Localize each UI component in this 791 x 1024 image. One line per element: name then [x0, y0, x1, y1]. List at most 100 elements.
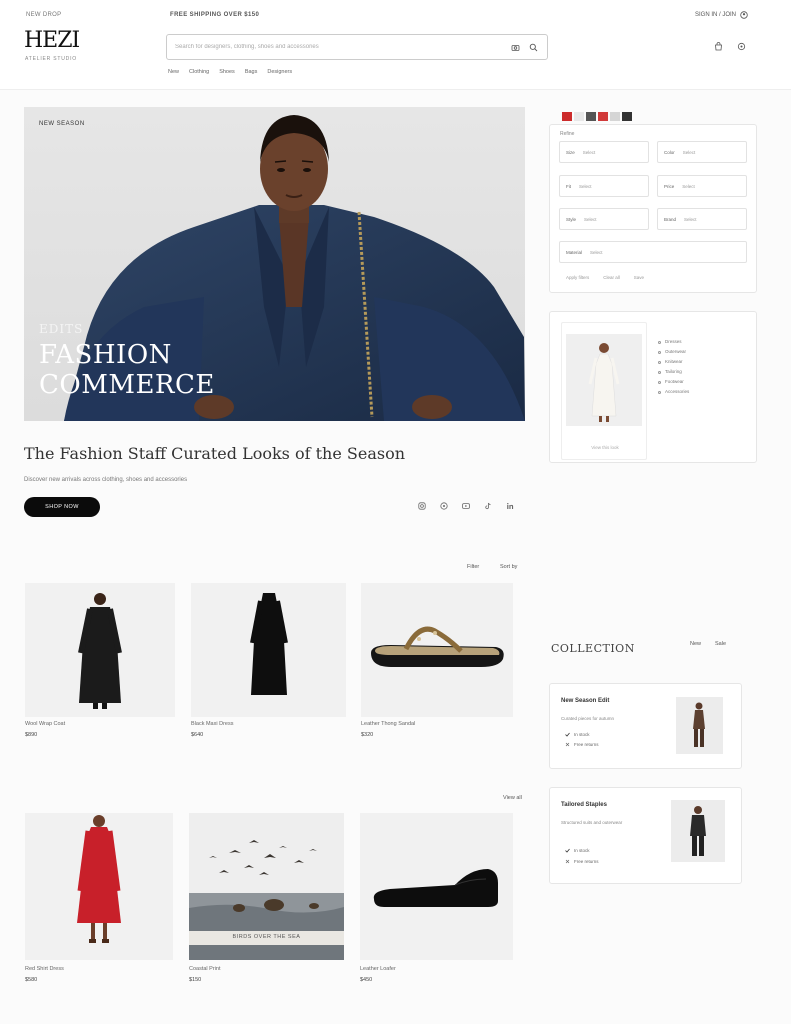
product-image-loafer[interactable]: [360, 813, 513, 960]
filter-value: Select: [582, 149, 596, 155]
product-price: $890: [25, 732, 38, 738]
category-options: Dresses Outerwear Knitwear Tailoring Foo…: [658, 337, 689, 397]
nav-item-shoes[interactable]: Shoes: [219, 69, 235, 75]
category-option-label: Tailoring: [665, 369, 682, 374]
swatch[interactable]: [586, 112, 596, 121]
search-bar[interactable]: [166, 34, 548, 60]
filter-key: Size: [566, 149, 575, 155]
collection-card-image: [676, 697, 723, 754]
clear-filters-link[interactable]: Clear all: [603, 275, 620, 280]
product-name[interactable]: Red Shirt Dress: [25, 966, 64, 972]
swatch[interactable]: [562, 112, 572, 121]
category-option-label: Outerwear: [665, 349, 687, 354]
site-header: NEW DROP FREE SHIPPING OVER $150 SIGN IN…: [0, 0, 791, 90]
collection-card[interactable]: Tailored Staples Structured suits and ou…: [549, 787, 742, 884]
product-image-seascape[interactable]: BIRDS OVER THE SEA: [189, 813, 344, 960]
filter-value: Select: [579, 183, 592, 189]
collection-card-stock-label: In stock: [574, 732, 590, 737]
brand-logo[interactable]: HEZI: [24, 30, 80, 52]
product-name[interactable]: Leather Thong Sandal: [361, 721, 415, 727]
product-name[interactable]: Coastal Print: [189, 966, 221, 972]
page-headline: The Fashion Staff Curated Looks of the S…: [24, 444, 406, 463]
sign-in-link[interactable]: SIGN IN / JOIN: [695, 11, 748, 19]
youtube-icon[interactable]: [462, 502, 470, 510]
sort-link[interactable]: Sort by: [500, 564, 517, 570]
collection-card-returns-label: Free returns: [574, 859, 599, 864]
return-icon: [565, 742, 570, 747]
wishlist-icon[interactable]: [737, 42, 746, 51]
seascape-caption: BIRDS OVER THE SEA: [232, 934, 301, 940]
collection-card-stock-label: In stock: [574, 848, 590, 853]
camera-icon[interactable]: [509, 41, 521, 53]
search-input[interactable]: [175, 44, 503, 50]
category-option[interactable]: Tailoring: [658, 367, 689, 377]
pinterest-icon[interactable]: [440, 502, 448, 510]
filter-size[interactable]: Size Select: [559, 141, 649, 163]
save-filters-link[interactable]: Save: [634, 275, 644, 280]
filter-value: Select: [682, 183, 695, 189]
collection-card-subtitle: Curated pieces for autumn: [561, 716, 615, 721]
tiktok-icon[interactable]: [484, 502, 492, 510]
nav-item-clothing[interactable]: Clothing: [189, 69, 209, 75]
new-drop-link[interactable]: NEW DROP: [26, 12, 61, 18]
category-option[interactable]: Dresses: [658, 337, 689, 347]
filter-key: Brand: [664, 216, 677, 222]
apply-filters-link[interactable]: Apply filters: [566, 275, 589, 280]
collection-link-new[interactable]: New: [690, 641, 701, 647]
filter-fit[interactable]: Fit Select: [559, 175, 649, 197]
collection-links: New Sale: [690, 641, 726, 647]
category-option[interactable]: Knitwear: [658, 357, 689, 367]
swatch[interactable]: [598, 112, 608, 121]
featured-look-image: [566, 334, 642, 426]
hero-banner[interactable]: NEW SEASON EDITS FASHION COMMERCE: [24, 107, 525, 421]
filter-actions: Apply filters Clear all Save: [566, 275, 644, 280]
category-option[interactable]: Outerwear: [658, 347, 689, 357]
swatch[interactable]: [574, 112, 584, 121]
user-icon: [740, 11, 748, 19]
filter-key: Price: [664, 183, 675, 189]
radio-icon: [658, 340, 661, 344]
nav-item-designers[interactable]: Designers: [267, 69, 292, 75]
filter-value: Select: [684, 216, 697, 222]
shop-now-button[interactable]: SHOP NOW: [24, 497, 100, 517]
collection-link-sale[interactable]: Sale: [715, 641, 726, 647]
product-name[interactable]: Wool Wrap Coat: [25, 721, 65, 727]
radio-icon: [658, 370, 661, 374]
color-swatches: [562, 112, 632, 121]
social-links: [418, 502, 514, 510]
view-all-link[interactable]: View all: [503, 795, 522, 801]
product-name[interactable]: Black Maxi Dress: [191, 721, 233, 727]
nav-item-bags[interactable]: Bags: [245, 69, 258, 75]
filter-brand[interactable]: Brand Select: [657, 208, 747, 230]
bag-icon[interactable]: [714, 42, 723, 51]
linkedin-icon[interactable]: [506, 502, 514, 510]
instagram-icon[interactable]: [418, 502, 426, 510]
check-icon: [565, 848, 570, 853]
nav-item-new[interactable]: New: [168, 69, 179, 75]
category-option-label: Footwear: [665, 379, 684, 384]
filter-value: Select: [590, 249, 603, 255]
product-image-sandal[interactable]: [361, 583, 513, 717]
hero-overline: EDITS: [39, 322, 84, 336]
search-icon[interactable]: [527, 41, 539, 53]
category-option-label: Dresses: [665, 339, 682, 344]
swatch[interactable]: [622, 112, 632, 121]
featured-look-panel: View this look Dresses Outerwear Knitwea…: [549, 311, 757, 463]
filter-color[interactable]: Color Select: [657, 141, 747, 163]
check-icon: [565, 732, 570, 737]
header-actions: [714, 42, 746, 51]
product-image-red-dress[interactable]: [25, 813, 173, 960]
product-image-coat[interactable]: [25, 583, 175, 717]
product-image-dress[interactable]: [191, 583, 346, 717]
collection-card[interactable]: New Season Edit Curated pieces for autum…: [549, 683, 742, 769]
filter-material[interactable]: Material Select: [559, 241, 747, 263]
filter-price[interactable]: Price Select: [657, 175, 747, 197]
filter-link[interactable]: Filter: [467, 564, 479, 570]
category-option[interactable]: Accessories: [658, 387, 689, 397]
product-name[interactable]: Leather Loafer: [360, 966, 396, 972]
swatch[interactable]: [610, 112, 620, 121]
filter-style[interactable]: Style Select: [559, 208, 649, 230]
filter-panel-label: Refine: [560, 131, 575, 137]
category-option[interactable]: Footwear: [658, 377, 689, 387]
featured-look-card[interactable]: View this look: [561, 322, 647, 460]
